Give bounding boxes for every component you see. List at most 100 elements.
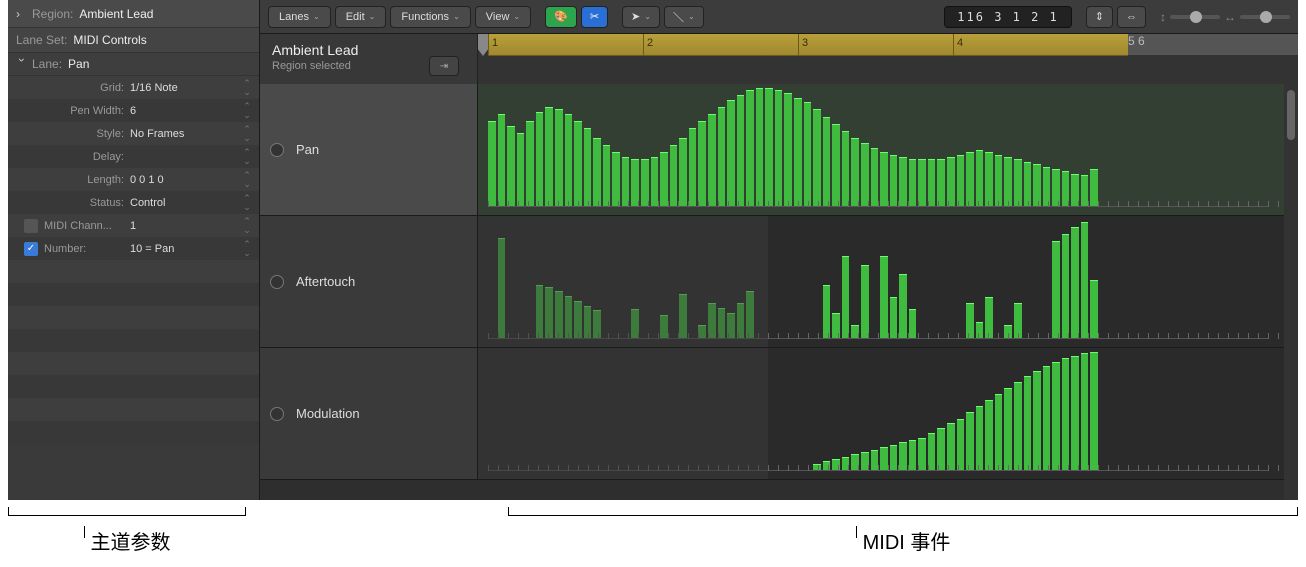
midi-event-bar[interactable] (823, 285, 831, 339)
midi-event-bar[interactable] (851, 138, 859, 207)
lane-row[interactable]: › Lane: Pan (8, 53, 259, 76)
midi-event-bar[interactable] (584, 128, 592, 207)
midi-event-bar[interactable] (832, 124, 840, 207)
view-menu[interactable]: View⌄ (475, 6, 531, 28)
midi-event-bar[interactable] (899, 442, 907, 471)
stepper-icon[interactable]: ⌃⌄ (241, 171, 253, 189)
midi-event-bar[interactable] (976, 322, 984, 339)
midi-event-bar[interactable] (1052, 241, 1060, 339)
lanes-menu[interactable]: Lanes⌄ (268, 6, 331, 28)
midi-event-bar[interactable] (631, 159, 639, 207)
playhead-locator[interactable] (478, 34, 488, 56)
stepper-icon[interactable]: ⌃⌄ (241, 217, 253, 235)
midi-event-bar[interactable] (708, 303, 716, 339)
midi-event-bar[interactable] (985, 152, 993, 207)
midi-event-bar[interactable] (1043, 167, 1051, 207)
midi-event-bar[interactable] (651, 157, 659, 207)
midi-event-bar[interactable] (966, 152, 974, 207)
midi-event-bar[interactable] (861, 265, 869, 339)
midi-event-bar[interactable] (536, 112, 544, 207)
midi-event-bar[interactable] (899, 274, 907, 339)
midi-event-bar[interactable] (1004, 157, 1012, 207)
midi-event-bar[interactable] (555, 291, 563, 339)
functions-menu[interactable]: Functions⌄ (390, 6, 470, 28)
midi-event-bar[interactable] (517, 133, 525, 207)
stepper-icon[interactable]: ⌃⌄ (241, 148, 253, 166)
midi-event-bar[interactable] (584, 306, 592, 339)
midi-event-bar[interactable] (890, 445, 898, 471)
midi-event-bar[interactable] (890, 297, 898, 339)
midi-event-bar[interactable] (1071, 227, 1079, 339)
lane-radio[interactable] (270, 275, 284, 289)
position-display[interactable]: 116 3 1 2 1 (944, 6, 1071, 28)
midi-event-bar[interactable] (995, 155, 1003, 207)
midi-event-bar[interactable] (909, 440, 917, 471)
midi-event-bar[interactable] (498, 238, 506, 339)
hzoom-slider[interactable] (1240, 15, 1290, 19)
midi-event-bar[interactable] (985, 297, 993, 339)
midi-event-bar[interactable] (947, 157, 955, 207)
stepper-icon[interactable]: ⌃⌄ (241, 125, 253, 143)
midi-event-bar[interactable] (622, 157, 630, 207)
midi-event-bar[interactable] (1081, 222, 1089, 339)
midi-event-bar[interactable] (718, 308, 726, 339)
midi-event-bar[interactable] (737, 95, 745, 207)
param-value[interactable]: 0 0 1 0 (128, 174, 241, 186)
midi-event-bar[interactable] (918, 159, 926, 207)
midi-event-bar[interactable] (488, 121, 496, 207)
midi-event-bar[interactable] (679, 138, 687, 207)
midi-event-bar[interactable] (804, 102, 812, 207)
midi-event-bar[interactable] (1033, 371, 1041, 471)
midi-event-bar[interactable] (995, 394, 1003, 471)
lane-radio[interactable] (270, 407, 284, 421)
midi-event-bar[interactable] (545, 107, 553, 207)
param-row[interactable]: Pen Width:6⌃⌄ (8, 99, 259, 122)
vzoom-slider[interactable] (1170, 15, 1220, 19)
midi-event-bar[interactable] (1062, 358, 1070, 471)
midi-event-bar[interactable] (689, 128, 697, 207)
midi-event-bar[interactable] (718, 107, 726, 207)
midi-event-bar[interactable] (966, 412, 974, 472)
stepper-icon[interactable]: ⌃⌄ (241, 79, 253, 97)
param-value[interactable]: 1/16 Note (128, 82, 241, 94)
stepper-icon[interactable]: ⌃⌄ (241, 102, 253, 120)
param-value[interactable]: Control (128, 197, 241, 209)
midi-event-bar[interactable] (1090, 280, 1098, 340)
midi-event-bar[interactable] (842, 131, 850, 207)
vzoom-fit[interactable]: ⇕ (1086, 6, 1113, 28)
param-value[interactable]: 10 = Pan (128, 243, 241, 255)
param-row[interactable]: Delay:⌃⌄ (8, 145, 259, 168)
param-row[interactable]: Status:Control⌃⌄ (8, 191, 259, 214)
midi-event-bar[interactable] (871, 450, 879, 471)
param-value[interactable]: 6 (128, 105, 241, 117)
midi-event-bar[interactable] (890, 155, 898, 207)
midi-event-bar[interactable] (708, 114, 716, 207)
midi-event-bar[interactable] (679, 294, 687, 339)
midi-event-bar[interactable] (603, 145, 611, 207)
midi-event-bar[interactable] (880, 447, 888, 471)
lane-body[interactable] (478, 84, 1298, 215)
stepper-icon[interactable]: ⌃⌄ (241, 194, 253, 212)
midi-event-bar[interactable] (784, 93, 792, 207)
midi-event-bar[interactable] (526, 121, 534, 207)
midi-event-bar[interactable] (660, 152, 668, 207)
midi-event-bar[interactable] (794, 98, 802, 207)
param-row[interactable]: Style:No Frames⌃⌄ (8, 122, 259, 145)
pointer-tool[interactable]: ➤⌄ (622, 6, 660, 28)
midi-event-bar[interactable] (727, 313, 735, 339)
lane-header[interactable]: Aftertouch (260, 216, 478, 347)
midi-event-bar[interactable] (985, 400, 993, 471)
midi-event-bar[interactable] (565, 114, 573, 207)
midi-event-bar[interactable] (976, 406, 984, 471)
midi-event-bar[interactable] (957, 155, 965, 207)
midi-event-bar[interactable] (976, 150, 984, 207)
midi-event-bar[interactable] (1004, 388, 1012, 471)
midi-event-bar[interactable] (909, 159, 917, 207)
midi-event-bar[interactable] (928, 159, 936, 207)
midi-event-bar[interactable] (1014, 382, 1022, 471)
midi-event-bar[interactable] (698, 325, 706, 339)
midi-event-bar[interactable] (507, 126, 515, 207)
midi-event-bar[interactable] (918, 438, 926, 471)
midi-event-bar[interactable] (1071, 356, 1079, 471)
midi-event-bar[interactable] (746, 291, 754, 339)
